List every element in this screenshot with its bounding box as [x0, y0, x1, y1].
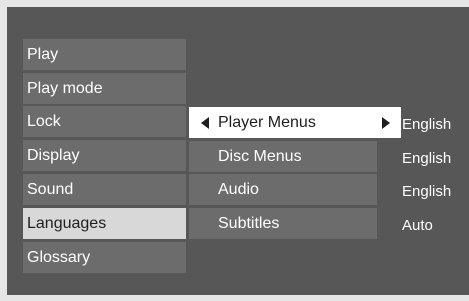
arrow-right-icon[interactable] [382, 117, 390, 129]
menu-item-label: Display [27, 147, 80, 164]
submenu-item-label: Player Menus [218, 114, 316, 131]
value-subtitles: Auto [402, 217, 433, 234]
menu-item-label: Sound [27, 181, 74, 198]
value-player-menus: English [402, 116, 452, 133]
menu-item-label: Lock [27, 113, 61, 130]
menu-item-play[interactable]: Play [23, 39, 186, 70]
menu-item-lock[interactable]: Lock [23, 106, 186, 137]
menu-item-display[interactable]: Display [23, 140, 186, 171]
submenu-item-label: Subtitles [218, 215, 280, 232]
menu-item-play-mode[interactable]: Play mode [23, 73, 186, 104]
submenu-item-disc-menus[interactable]: Disc Menus [189, 141, 377, 172]
submenu-item-label: Disc Menus [218, 148, 302, 165]
submenu-item-subtitles[interactable]: Subtitles [189, 208, 377, 239]
value-audio: English [402, 183, 452, 200]
arrow-left-icon[interactable] [201, 117, 209, 129]
menu-item-label: Languages [27, 215, 107, 232]
submenu-item-player-menus[interactable]: Player Menus [189, 107, 401, 138]
menu-item-languages[interactable]: Languages [23, 208, 186, 239]
submenu-item-label: Audio [218, 181, 259, 198]
menu-item-glossary[interactable]: Glossary [23, 242, 186, 273]
submenu-item-audio[interactable]: Audio [189, 174, 377, 205]
menu-item-label: Glossary [27, 249, 91, 266]
menu-item-sound[interactable]: Sound [23, 174, 186, 205]
menu-item-label: Play [27, 46, 59, 63]
menu-item-label: Play mode [27, 80, 103, 97]
value-disc-menus: English [402, 150, 452, 167]
settings-screen: Play Play mode Lock Display Sound Langua… [0, 0, 469, 301]
